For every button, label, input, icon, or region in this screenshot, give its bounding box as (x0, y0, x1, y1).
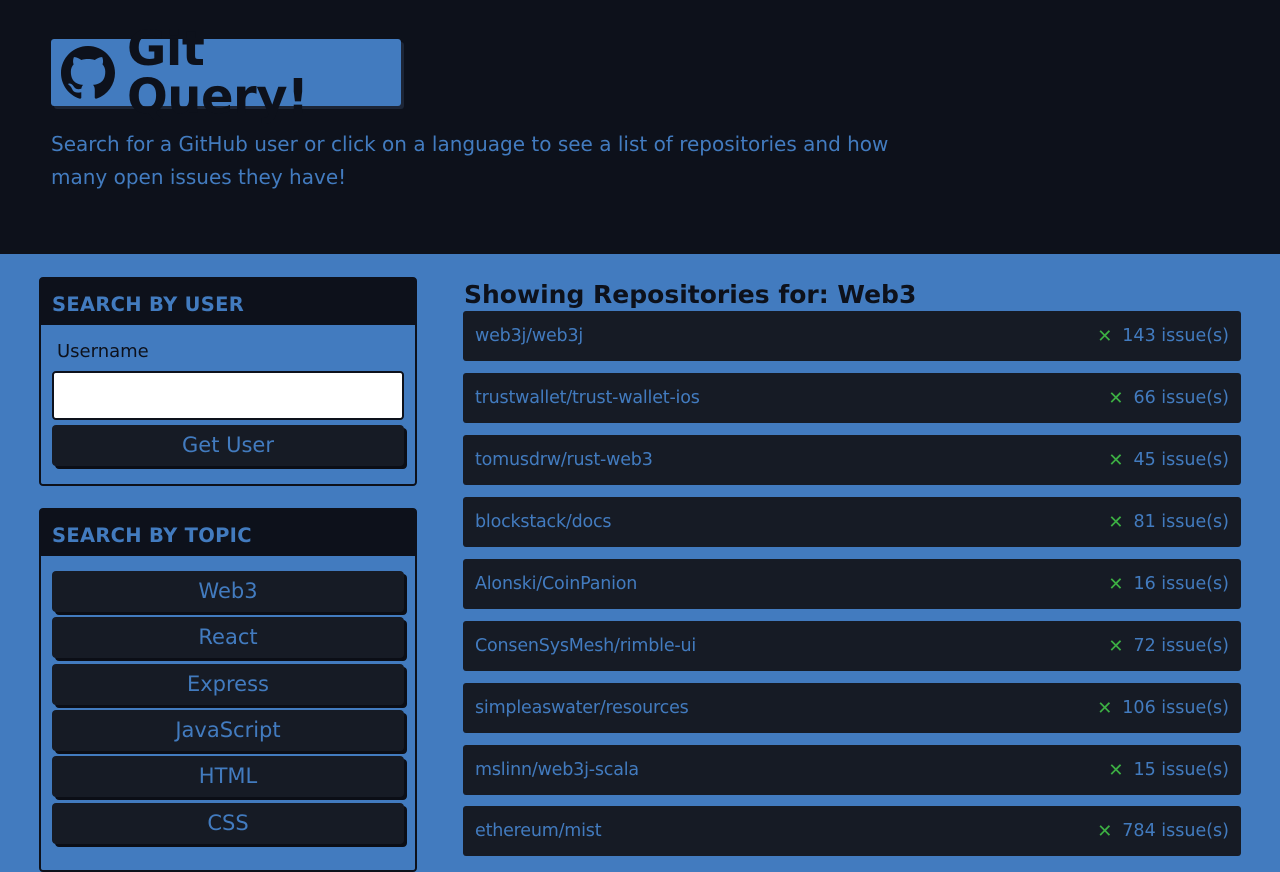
issue-count: 784 issue(s) (1122, 821, 1229, 841)
repo-issues: ✕ 784 issue(s) (1097, 821, 1229, 842)
github-icon (61, 45, 115, 100)
search-by-user-heading: SEARCH BY USER (41, 279, 415, 325)
repo-item[interactable]: ConsenSysMesh/rimble-ui ✕ 72 issue(s) (463, 621, 1241, 671)
repo-issues: ✕ 66 issue(s) (1108, 388, 1229, 409)
app-subtitle: Search for a GitHub user or click on a l… (51, 132, 889, 189)
topic-button-express[interactable]: Express (52, 664, 404, 705)
x-icon: ✕ (1097, 820, 1113, 842)
topic-button-react[interactable]: React (52, 617, 404, 658)
repo-name-link[interactable]: web3j/web3j (475, 326, 583, 346)
issue-count: 15 issue(s) (1133, 760, 1229, 780)
issue-count: 106 issue(s) (1122, 698, 1229, 718)
repo-item[interactable]: simpleaswater/resources ✕ 106 issue(s) (463, 683, 1241, 733)
repo-name-link[interactable]: simpleaswater/resources (475, 698, 689, 718)
repo-name-link[interactable]: blockstack/docs (475, 512, 612, 532)
x-icon: ✕ (1108, 573, 1124, 595)
repo-name-link[interactable]: ethereum/mist (475, 821, 602, 841)
topic-button-css[interactable]: CSS (52, 803, 404, 844)
repo-item[interactable]: blockstack/docs ✕ 81 issue(s) (463, 497, 1241, 547)
repo-issues: ✕ 15 issue(s) (1108, 760, 1229, 781)
repo-issues: ✕ 81 issue(s) (1108, 512, 1229, 533)
x-icon: ✕ (1097, 325, 1113, 347)
search-by-topic-heading: SEARCH BY TOPIC (41, 510, 415, 556)
issue-count: 81 issue(s) (1133, 512, 1229, 532)
repo-name-link[interactable]: trustwallet/trust-wallet-ios (475, 388, 700, 408)
page-header: Git Query! Search for a GitHub user or c… (0, 0, 1280, 254)
x-icon: ✕ (1108, 387, 1124, 409)
repo-name-link[interactable]: tomusdrw/rust-web3 (475, 450, 653, 470)
repo-item[interactable]: mslinn/web3j-scala ✕ 15 issue(s) (463, 745, 1241, 795)
search-by-topic-panel: SEARCH BY TOPIC Web3 React Express JavaS… (39, 508, 417, 872)
app-title: Git Query! (127, 20, 309, 125)
repo-issues: ✕ 72 issue(s) (1108, 636, 1229, 657)
repo-name-link[interactable]: ConsenSysMesh/rimble-ui (475, 636, 696, 656)
repo-name-link[interactable]: Alonski/CoinPanion (475, 574, 637, 594)
get-user-button[interactable]: Get User (52, 425, 404, 466)
repo-item[interactable]: web3j/web3j ✕ 143 issue(s) (463, 311, 1241, 361)
repo-item[interactable]: Alonski/CoinPanion ✕ 16 issue(s) (463, 559, 1241, 609)
repo-item[interactable]: ethereum/mist ✕ 784 issue(s) (463, 806, 1241, 856)
username-input[interactable] (52, 371, 404, 420)
topic-button-web3[interactable]: Web3 (52, 571, 404, 612)
repo-issues: ✕ 45 issue(s) (1108, 450, 1229, 471)
repo-issues: ✕ 106 issue(s) (1097, 698, 1229, 719)
username-label: Username (57, 341, 149, 362)
repo-issues: ✕ 143 issue(s) (1097, 326, 1229, 347)
x-icon: ✕ (1108, 511, 1124, 533)
topic-button-html[interactable]: HTML (52, 756, 404, 797)
x-icon: ✕ (1108, 449, 1124, 471)
app-logo: Git Query! (51, 25, 401, 121)
x-icon: ✕ (1108, 759, 1124, 781)
topic-button-javascript[interactable]: JavaScript (52, 710, 404, 751)
results-title: Showing Repositories for: Web3 (464, 280, 917, 309)
issue-count: 66 issue(s) (1133, 388, 1229, 408)
repo-issues: ✕ 16 issue(s) (1108, 574, 1229, 595)
issue-count: 16 issue(s) (1133, 574, 1229, 594)
repo-item[interactable]: trustwallet/trust-wallet-ios ✕ 66 issue(… (463, 373, 1241, 423)
issue-count: 45 issue(s) (1133, 450, 1229, 470)
repo-name-link[interactable]: mslinn/web3j-scala (475, 760, 639, 780)
repo-item[interactable]: tomusdrw/rust-web3 ✕ 45 issue(s) (463, 435, 1241, 485)
search-by-user-panel: SEARCH BY USER Username Get User (39, 277, 417, 486)
issue-count: 143 issue(s) (1122, 326, 1229, 346)
issue-count: 72 issue(s) (1133, 636, 1229, 656)
x-icon: ✕ (1108, 635, 1124, 657)
x-icon: ✕ (1097, 697, 1113, 719)
